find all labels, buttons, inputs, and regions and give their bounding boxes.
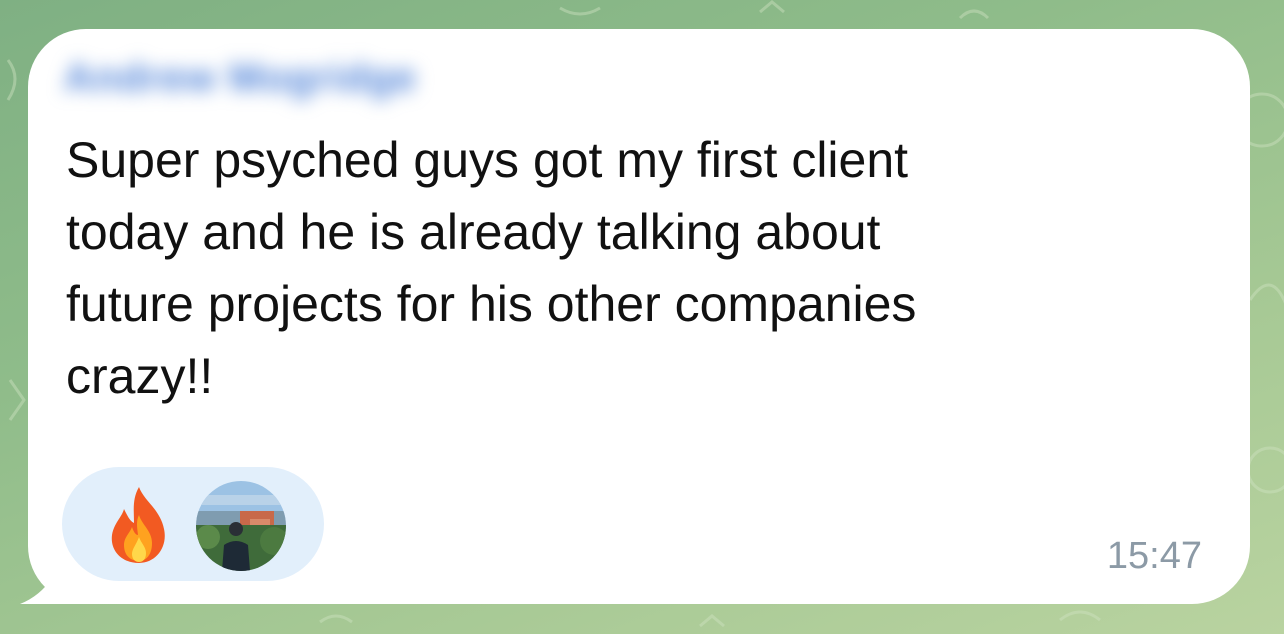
sender-name[interactable]: Andrew Mogridge xyxy=(64,56,417,101)
message-text: Super psyched guys got my first client t… xyxy=(66,132,917,404)
reactor-avatar[interactable] xyxy=(196,481,286,571)
fire-icon xyxy=(111,487,165,563)
user-avatar xyxy=(196,481,286,571)
reaction-pill[interactable] xyxy=(62,467,324,581)
message-bubble-container[interactable]: Andrew Mogridge Super psyched guys got m… xyxy=(0,0,1284,634)
message-timestamp: 15:47 xyxy=(1106,535,1202,577)
